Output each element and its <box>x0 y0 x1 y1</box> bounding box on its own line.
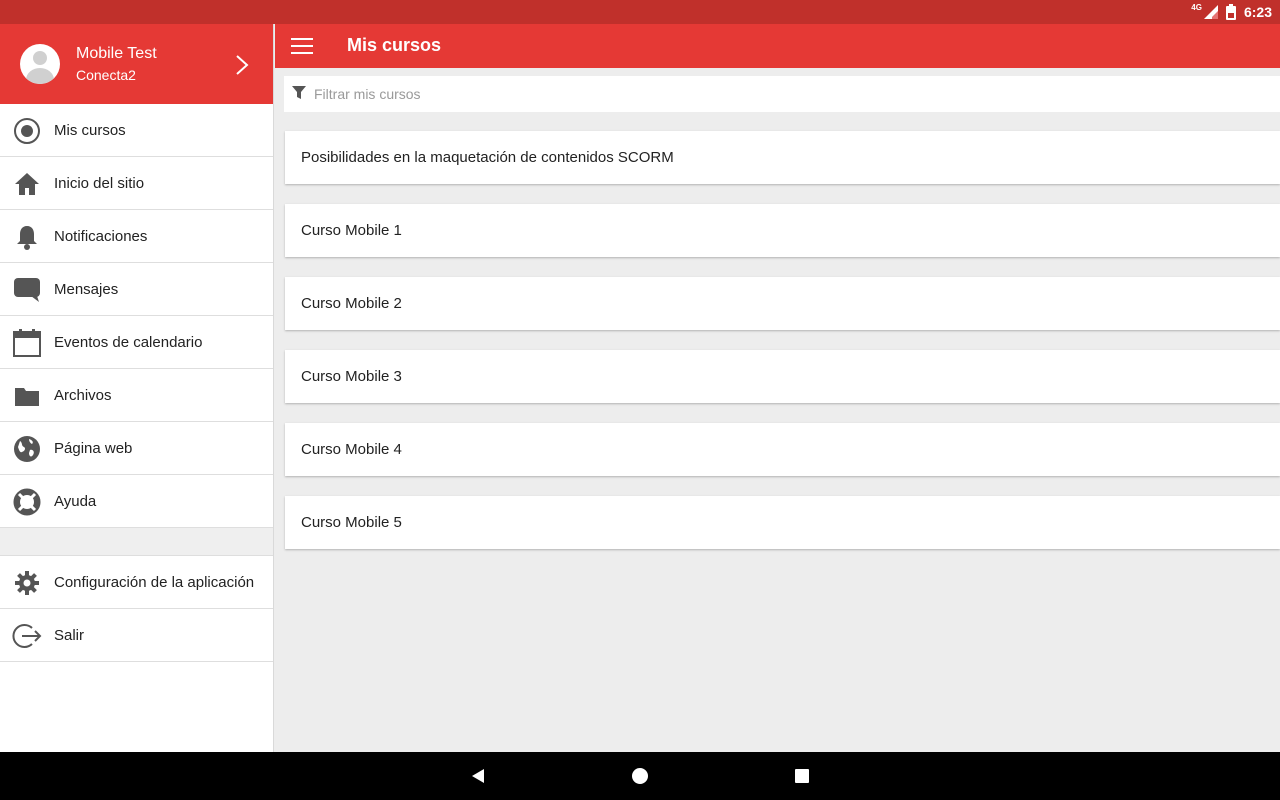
course-card[interactable]: Curso Mobile 2 <box>285 277 1280 330</box>
course-card[interactable]: Curso Mobile 5 <box>285 496 1280 549</box>
logout-icon <box>12 621 42 651</box>
menu-item-pagina-web[interactable]: Página web <box>0 422 273 475</box>
menu-item-mensajes[interactable]: Mensajes <box>0 263 273 316</box>
site-name: Conecta2 <box>76 67 136 83</box>
globe-icon <box>12 434 42 464</box>
signal-icon <box>1203 5 1218 19</box>
course-card[interactable]: Curso Mobile 1 <box>285 204 1280 257</box>
menu-item-inicio-del-sitio[interactable]: Inicio del sitio <box>0 157 273 210</box>
menu-label: Ayuda <box>54 492 97 510</box>
user-profile-header[interactable]: Mobile Test Conecta2 <box>0 24 273 104</box>
top-toolbar: Mis cursos <box>275 24 1280 68</box>
menu-label: Mis cursos <box>54 121 126 139</box>
folder-icon <box>12 381 42 411</box>
page-title: Mis cursos <box>347 35 442 55</box>
status-bar: 4G 6:23 <box>0 0 1280 24</box>
network-type: 4G <box>1191 2 1202 12</box>
home-circle-icon[interactable] <box>630 766 650 786</box>
calendar-icon <box>12 328 42 358</box>
target-icon <box>12 116 42 146</box>
menu-item-eventos-de-calendario[interactable]: Eventos de calendario <box>0 316 273 369</box>
chat-bubble-icon <box>12 275 42 305</box>
menu-label: Configuración de la aplicación <box>54 573 255 591</box>
course-card[interactable]: Posibilidades en la maquetación de conte… <box>285 131 1280 184</box>
menu-divider <box>0 528 273 556</box>
status-indicators: 4G 6:23 <box>1191 0 1272 24</box>
filter-input[interactable] <box>314 80 1214 108</box>
menu-label: Eventos de calendario <box>54 333 203 351</box>
menu-item-ayuda[interactable]: Ayuda <box>0 475 273 528</box>
funnel-icon <box>292 86 306 99</box>
back-icon[interactable] <box>468 766 488 786</box>
clock: 6:23 <box>1243 4 1272 20</box>
menu-item-mis-cursos[interactable]: Mis cursos <box>0 104 273 157</box>
menu-label: Mensajes <box>54 280 119 298</box>
menu-item-notificaciones[interactable]: Notificaciones <box>0 210 273 263</box>
menu-item-salir[interactable]: Salir <box>0 609 273 662</box>
battery-icon <box>1225 4 1236 20</box>
menu-icon[interactable] <box>291 38 313 54</box>
course-card[interactable]: Curso Mobile 4 <box>285 423 1280 476</box>
home-icon <box>12 169 42 199</box>
user-name: Mobile Test <box>76 45 157 62</box>
system-navigation-bar <box>0 752 1280 800</box>
filter-bar <box>284 76 1280 112</box>
menu-label: Notificaciones <box>54 227 148 245</box>
lifebuoy-icon <box>12 487 42 517</box>
menu-label: Página web <box>54 439 133 457</box>
menu-item-archivos[interactable]: Archivos <box>0 369 273 422</box>
gear-icon <box>12 568 42 598</box>
course-card[interactable]: Curso Mobile 3 <box>285 350 1280 403</box>
menu-label: Inicio del sitio <box>54 174 145 192</box>
menu-label: Archivos <box>54 386 112 404</box>
recents-square-icon[interactable] <box>792 766 812 786</box>
menu-item-configuracion[interactable]: Configuración de la aplicación <box>0 556 273 609</box>
main-content: Mis cursos Posibilidades en la maquetaci… <box>275 24 1280 752</box>
menu-label: Salir <box>54 626 85 644</box>
side-menu: Mobile Test Conecta2 Mis cursos Inicio d… <box>0 24 274 752</box>
course-list: Posibilidades en la maquetación de conte… <box>285 131 1280 569</box>
avatar <box>20 44 60 84</box>
chevron-right-icon[interactable] <box>232 53 252 77</box>
bell-icon <box>12 222 42 252</box>
